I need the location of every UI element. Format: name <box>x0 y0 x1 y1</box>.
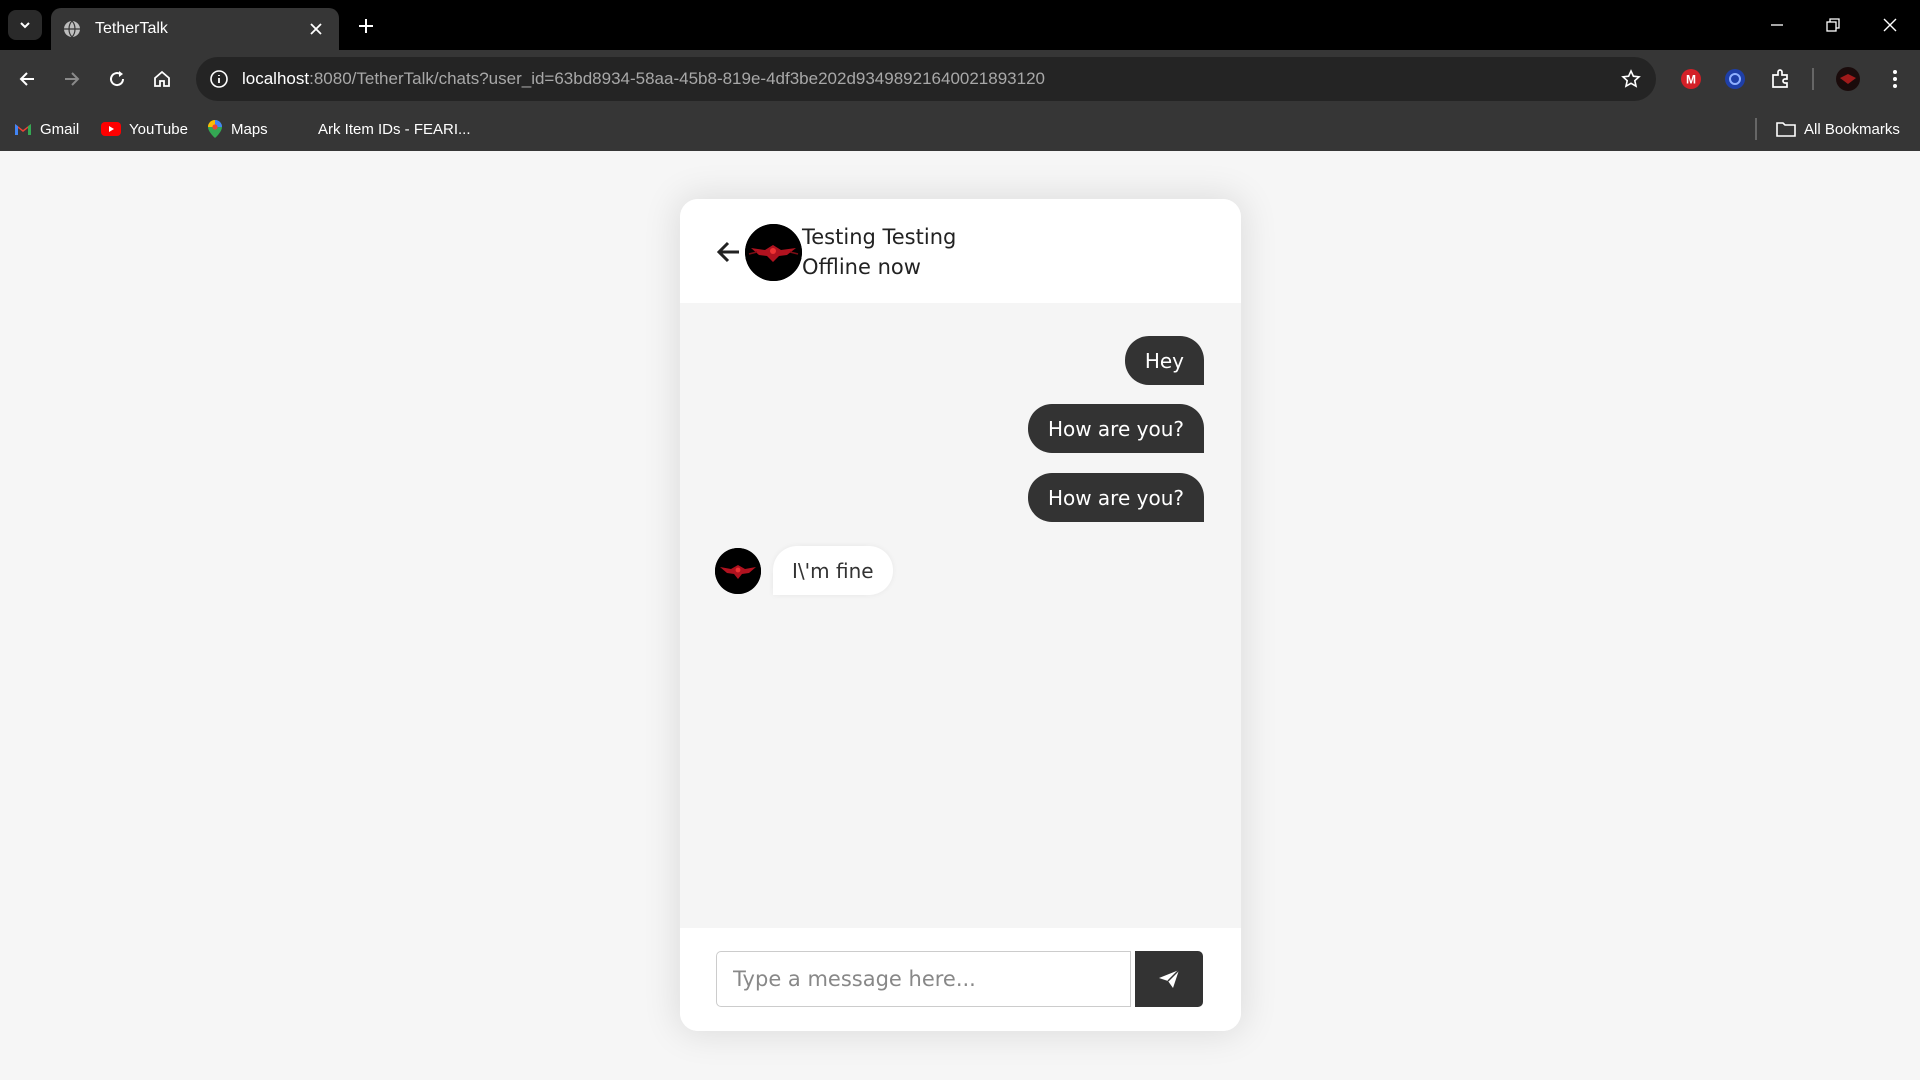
youtube-icon <box>101 122 121 136</box>
bookmarks-divider <box>1755 118 1757 140</box>
bookmark-ark-item-ids[interactable]: Ark Item IDs - FEARI... <box>318 116 471 142</box>
reload-button[interactable] <box>101 63 133 95</box>
minimize-icon <box>1771 24 1783 26</box>
svg-text:M: M <box>1686 73 1696 87</box>
home-icon <box>154 70 170 87</box>
sender-avatar <box>715 548 761 594</box>
restore-icon <box>1826 18 1840 32</box>
globe-icon <box>64 20 80 38</box>
bookmark-label: Gmail <box>40 120 80 138</box>
chat-header: Testing Testing Offline now <box>680 199 1241 303</box>
browser-tab[interactable]: TetherTalk <box>51 8 339 50</box>
contact-avatar[interactable] <box>745 224 802 281</box>
bookmark-maps[interactable]: Maps <box>207 116 268 142</box>
tab-search-button[interactable] <box>8 10 42 40</box>
all-bookmarks-label: All Bookmarks <box>1804 120 1900 138</box>
url-host: localhost <box>242 69 310 88</box>
bookmark-youtube[interactable]: YouTube <box>101 116 188 142</box>
message-input[interactable] <box>716 951 1131 1007</box>
outgoing-message: How are you? <box>1027 473 1204 522</box>
incoming-message: I\'m fine <box>773 546 893 595</box>
bookmark-star-icon[interactable] <box>1618 66 1644 92</box>
url-text: localhost:8080/TetherTalk/chats?user_id=… <box>242 69 1045 89</box>
close-tab-icon[interactable] <box>305 18 327 40</box>
send-button[interactable] <box>1135 951 1203 1007</box>
maps-icon <box>208 120 222 138</box>
bookmark-label: Maps <box>231 120 268 138</box>
url-path: :8080/TetherTalk/chats?user_id=63bd8934-… <box>309 69 1045 88</box>
bookmark-label: Ark Item IDs - FEARI... <box>318 120 471 138</box>
new-tab-button[interactable] <box>352 12 380 40</box>
address-bar[interactable]: localhost:8080/TetherTalk/chats?user_id=… <box>196 57 1656 101</box>
restore-button[interactable] <box>1813 10 1853 40</box>
home-button[interactable] <box>146 63 178 95</box>
toolbar-divider <box>1812 68 1814 90</box>
contact-name: Testing Testing <box>802 225 957 249</box>
plus-icon <box>359 19 373 33</box>
bookmarks-bar: Gmail YouTube Maps Ark Item IDs - FEARI.… <box>0 108 1920 151</box>
forward-button[interactable] <box>56 63 88 95</box>
extension-blue-icon[interactable] <box>1720 64 1750 94</box>
extensions-puzzle-icon[interactable] <box>1766 64 1796 94</box>
outgoing-message: Hey <box>1124 336 1204 385</box>
gmail-icon <box>15 124 31 135</box>
extension-m-icon[interactable]: M <box>1676 64 1706 94</box>
chevron-down-icon <box>20 22 30 29</box>
minimize-button[interactable] <box>1757 10 1797 40</box>
message-list: Hey How are you? How are you? I\'m fine <box>680 303 1241 928</box>
chat-window: Testing Testing Offline now Hey How are … <box>680 199 1241 1031</box>
browser-toolbar: localhost:8080/TetherTalk/chats?user_id=… <box>0 50 1920 108</box>
paper-plane-icon <box>1159 969 1180 988</box>
all-bookmarks-button[interactable]: All Bookmarks <box>1776 116 1900 142</box>
close-icon <box>1883 18 1897 32</box>
bookmark-label: YouTube <box>129 120 188 138</box>
arrow-right-icon <box>65 72 80 86</box>
outgoing-message: How are you? <box>1027 404 1204 453</box>
tab-title: TetherTalk <box>95 20 168 37</box>
profile-avatar[interactable] <box>1833 64 1863 94</box>
arrow-left-icon <box>19 72 34 86</box>
bookmark-gmail[interactable]: Gmail <box>14 116 79 142</box>
reload-icon <box>110 71 125 87</box>
folder-icon <box>1776 122 1796 137</box>
site-info-icon[interactable] <box>204 64 234 94</box>
contact-status: Offline now <box>802 255 921 279</box>
browser-tab-strip: TetherTalk <box>0 0 1920 50</box>
close-window-button[interactable] <box>1870 10 1910 40</box>
browser-menu-icon[interactable] <box>1880 64 1910 94</box>
back-button[interactable] <box>11 63 43 95</box>
back-arrow-icon[interactable] <box>714 237 744 267</box>
message-composer <box>680 928 1241 1031</box>
